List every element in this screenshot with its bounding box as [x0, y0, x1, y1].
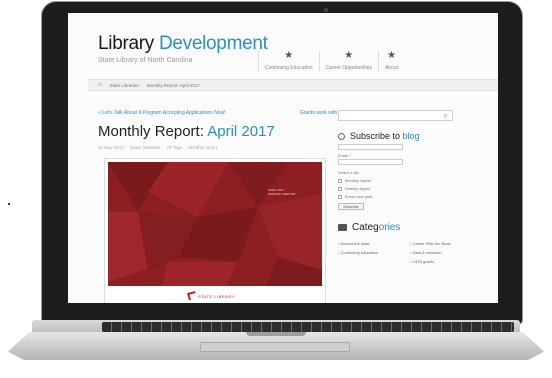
- list-select-label: Select a list:: [338, 170, 360, 175]
- subscribe-heading-main: Subscribe to: [350, 131, 401, 141]
- nav-label: About: [384, 65, 399, 71]
- post-title: Monthly Report: April 2017: [98, 123, 275, 140]
- post-navigation: « Let's Talk About It Program Accepting …: [98, 110, 348, 116]
- nav-item-continuing-education[interactable]: ★ Continuing Education: [258, 51, 319, 71]
- categories-heading: Categories: [338, 222, 488, 233]
- option-every-post[interactable]: Every new post: [338, 194, 488, 199]
- checkbox[interactable]: [338, 194, 342, 199]
- stray-dot: [8, 203, 10, 205]
- option-label: Every new post: [345, 194, 373, 199]
- subscribe-icon: [338, 132, 345, 140]
- post-date: 22 May 2017: [98, 145, 125, 150]
- category-list: Around the state Career Plan the Buck Co…: [338, 241, 478, 264]
- trackpad: [200, 342, 350, 352]
- nav-label: Career Opportunities: [325, 65, 372, 71]
- option-weekly[interactable]: Weekly digest: [338, 186, 488, 191]
- site-tagline: State Library of North Carolina: [98, 57, 193, 64]
- subscribe-heading-accent: blog: [402, 131, 420, 141]
- category-item[interactable]: Around the state: [338, 241, 406, 246]
- cover-logo-text: STATE LIBRARY: [198, 294, 235, 299]
- report-cover-image[interactable]: APRIL 2017 MONTHLY REPORT STATE LIBRARY: [105, 159, 325, 303]
- post-meta: 22 May 2017 Dawn Strassler 70 Tags Month…: [98, 145, 217, 150]
- post-author[interactable]: Dawn Strassler: [130, 145, 161, 150]
- cover-footer: STATE LIBRARY: [108, 286, 322, 300]
- email-field[interactable]: [338, 159, 403, 165]
- categories-heading-accent: ories: [378, 222, 401, 233]
- site-title-main: Library: [98, 33, 154, 54]
- keyboard: [102, 322, 514, 332]
- breadcrumb-current: Monthly Report: April 2017: [146, 82, 200, 88]
- checkbox[interactable]: [338, 186, 342, 191]
- name-field[interactable]: [338, 144, 403, 150]
- star-icon: ★: [387, 50, 396, 61]
- categories-heading-main: Categ: [352, 222, 379, 233]
- option-label: Weekly digest: [345, 186, 370, 191]
- post-title-main: Monthly Report:: [98, 123, 204, 140]
- search-icon[interactable]: ⌕: [444, 111, 448, 121]
- search-input[interactable]: ⌕: [338, 110, 453, 121]
- checkbox[interactable]: [338, 178, 342, 183]
- star-icon: ★: [344, 50, 354, 61]
- star-icon: ★: [284, 50, 294, 61]
- cover-pattern: [108, 162, 322, 300]
- site-title-accent: Development: [158, 33, 268, 54]
- email-label: Email *: [338, 153, 351, 158]
- laptop-base: [0, 320, 552, 370]
- sidebar: Subscribe to blog Email * Select a list:…: [338, 131, 488, 264]
- post-category[interactable]: Monthly report: [188, 145, 217, 150]
- previous-post-link[interactable]: « Let's Talk About It Program Accepting …: [98, 110, 226, 116]
- laptop-screen: Library Development State Library of Nor…: [68, 13, 498, 303]
- breadcrumb: ⌂ State Librarian Monthly Report: April …: [88, 79, 498, 91]
- cover-caption: APRIL 2017 MONTHLY REPORT: [268, 188, 296, 196]
- library-logo-icon: [187, 291, 197, 300]
- category-item[interactable]: Continuing education: [338, 250, 406, 255]
- option-label: Monthly digest: [345, 178, 371, 183]
- nav-item-about[interactable]: ★ About: [377, 50, 404, 71]
- folder-icon: [338, 224, 347, 231]
- site-title[interactable]: Library Development: [98, 33, 268, 55]
- category-item[interactable]: Career Plan the Buck: [410, 241, 478, 246]
- post-tags[interactable]: 70 Tags: [167, 145, 183, 150]
- category-item[interactable]: LSTA grants: [410, 259, 478, 264]
- home-icon[interactable]: ⌂: [98, 82, 102, 88]
- breadcrumb-item[interactable]: State Librarian: [110, 83, 139, 88]
- subscribe-heading: Subscribe to blog: [338, 131, 488, 141]
- lid-notch: [246, 332, 306, 336]
- option-monthly[interactable]: Monthly digest: [338, 178, 488, 183]
- nav-item-career-opportunities[interactable]: ★ Career Opportunities: [318, 50, 378, 71]
- post-title-accent: April 2017: [207, 123, 275, 140]
- category-item[interactable]: Data & research: [410, 250, 478, 255]
- nav-label: Continuing Education: [265, 65, 313, 71]
- camera-icon: [324, 8, 328, 12]
- subscribe-button[interactable]: Subscribe: [338, 203, 364, 210]
- top-navigation: ★ Continuing Education ★ Career Opportun…: [258, 51, 404, 71]
